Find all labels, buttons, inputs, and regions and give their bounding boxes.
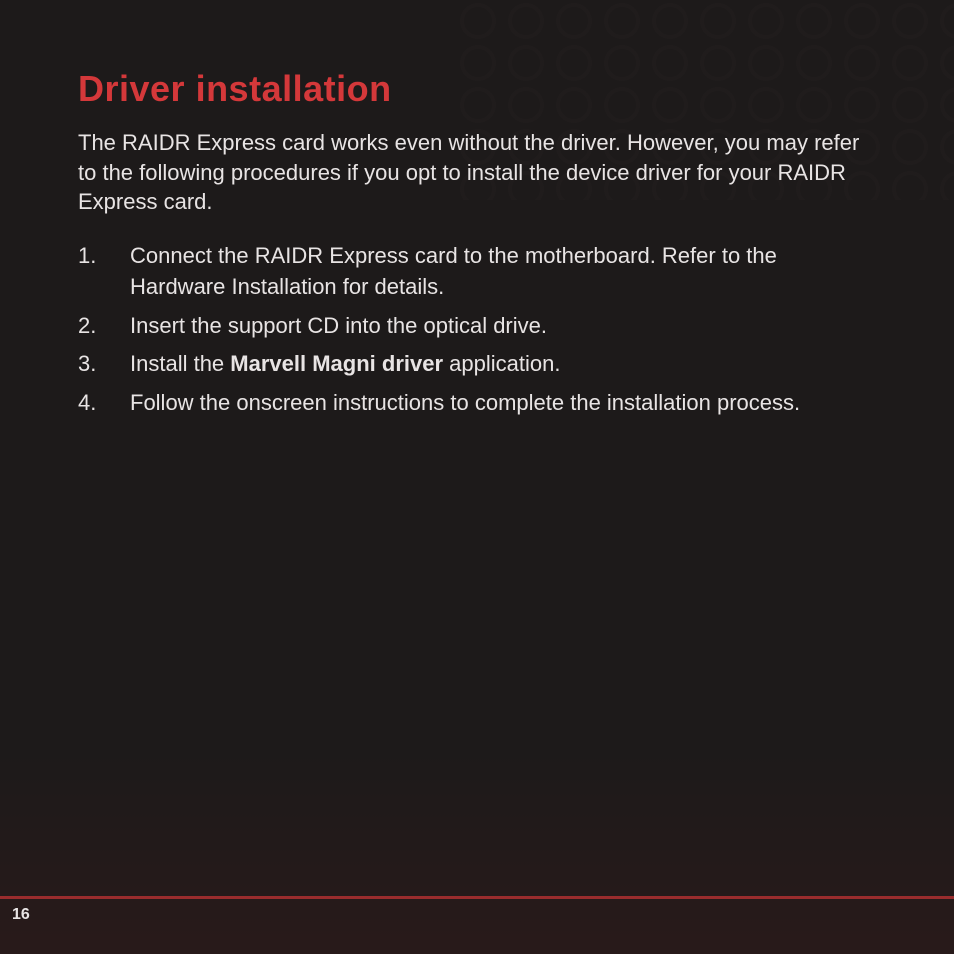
content-area: Driver installation The RAIDR Express ca… (0, 0, 954, 419)
step-item: 4. Follow the onscreen instructions to c… (78, 388, 876, 419)
footer-divider (0, 896, 954, 899)
step-number: 1. (78, 241, 130, 303)
step-text: Connect the RAIDR Express card to the mo… (130, 241, 876, 303)
page-number: 16 (12, 906, 30, 924)
step-number: 3. (78, 349, 130, 380)
step-text: Install the Marvell Magni driver applica… (130, 349, 876, 380)
step-text: Follow the onscreen instructions to comp… (130, 388, 876, 419)
step-item: 1. Connect the RAIDR Express card to the… (78, 241, 876, 303)
steps-list: 1. Connect the RAIDR Express card to the… (78, 241, 876, 419)
step-prefix: Install the (130, 351, 230, 376)
step-bold: Marvell Magni driver (230, 351, 443, 376)
step-suffix: application. (443, 351, 560, 376)
step-item: 2. Insert the support CD into the optica… (78, 311, 876, 342)
footer: 16 (0, 896, 954, 930)
page-title: Driver installation (78, 68, 876, 110)
step-item: 3. Install the Marvell Magni driver appl… (78, 349, 876, 380)
step-text: Insert the support CD into the optical d… (130, 311, 876, 342)
step-number: 2. (78, 311, 130, 342)
intro-paragraph: The RAIDR Express card works even withou… (78, 128, 876, 217)
step-number: 4. (78, 388, 130, 419)
